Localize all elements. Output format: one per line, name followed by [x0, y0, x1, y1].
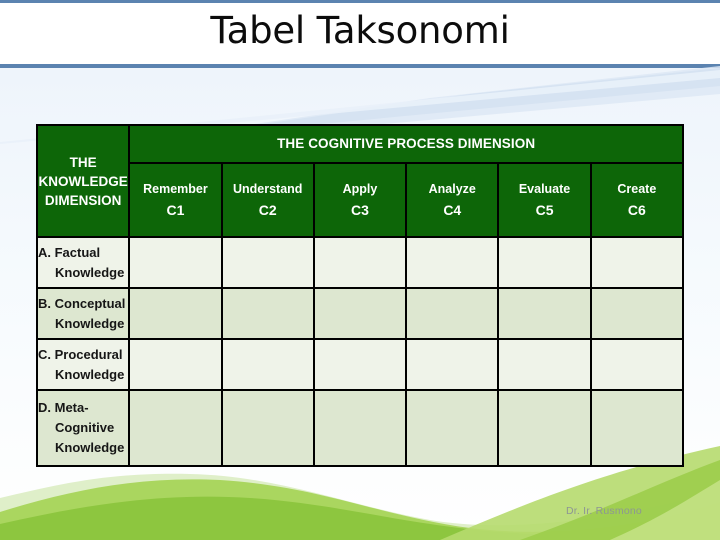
table-row: B. Conceptual Knowledge [35, 287, 685, 340]
column-verb-c3: Apply [342, 182, 378, 196]
row-label-line-1: B. Conceptual [38, 295, 126, 311]
row-label-metacognitive-knowledge: D. Meta- Cognitive Knowledge [35, 389, 131, 467]
column-verb-c1: Remember [143, 182, 208, 196]
row-label-line-1: C. Procedural [38, 346, 123, 362]
column-verb-c2: Understand [232, 182, 303, 196]
column-code-c3: C3 [351, 202, 369, 218]
cell-a-c5[interactable] [497, 236, 592, 289]
row-label-line-2: Knowledge [55, 315, 125, 331]
cell-d-c1[interactable] [128, 389, 223, 467]
cell-b-c2[interactable] [220, 287, 315, 340]
cell-a-c4[interactable] [405, 236, 500, 289]
cell-b-c1[interactable] [128, 287, 223, 340]
cell-a-c6[interactable] [589, 236, 685, 289]
column-header-c4: Analyze C4 [405, 162, 500, 238]
row-label-line-3: Knowledge [55, 440, 125, 455]
row-label-line-2: Knowledge [55, 366, 125, 382]
slide: Tabel Taksonomi THE KNOWLEDGE DIMENSION … [0, 0, 720, 540]
column-header-c5: Evaluate C5 [497, 162, 592, 238]
cell-c-c2[interactable] [220, 338, 315, 391]
cell-b-c4[interactable] [405, 287, 500, 340]
table-row: C. Procedural Knowledge [35, 338, 685, 391]
column-code-c1: C1 [166, 202, 185, 218]
cell-d-c5[interactable] [497, 389, 592, 467]
column-code-c6: C6 [627, 202, 646, 218]
cell-c-c1[interactable] [128, 338, 223, 391]
row-label-line-2: Cognitive [55, 420, 115, 435]
knowledge-header-line-3: DIMENSION [44, 192, 122, 208]
cell-b-c6[interactable] [589, 287, 685, 340]
column-code-c5: C5 [535, 202, 554, 218]
table-header-row-top: THE KNOWLEDGE DIMENSION THE COGNITIVE PR… [35, 124, 684, 238]
row-label-factual-knowledge: A. Factual Knowledge [35, 236, 131, 289]
knowledge-header-line-2: KNOWLEDGE [38, 173, 128, 189]
cell-b-c3[interactable] [312, 287, 408, 340]
row-label-conceptual-knowledge: B. Conceptual Knowledge [35, 287, 131, 340]
cognitive-process-header-cell: THE COGNITIVE PROCESS DIMENSION [128, 124, 684, 164]
row-label-line-1: A. Factual [38, 244, 101, 260]
knowledge-dimension-header-cell: THE KNOWLEDGE DIMENSION [35, 124, 131, 238]
column-header-c1: Remember C1 [128, 162, 223, 238]
cell-c-c3[interactable] [312, 338, 408, 391]
column-header-c3: Apply C3 [312, 162, 408, 238]
cell-c-c5[interactable] [497, 338, 592, 391]
column-code-c2: C2 [258, 202, 277, 218]
taxonomy-table: THE KNOWLEDGE DIMENSION THE COGNITIVE PR… [35, 124, 685, 467]
cell-c-c4[interactable] [405, 338, 500, 391]
table-header-row-columns: Remember C1 Understand C2 Apply C3 Analy… [37, 162, 685, 238]
author-watermark: Dr. Ir. Rusmono [566, 505, 642, 517]
column-verb-c4: Analyze [428, 182, 476, 196]
row-label-line-1: D. Meta- [38, 400, 89, 415]
column-verb-c5: Evaluate [518, 182, 571, 196]
cell-d-c4[interactable] [405, 389, 500, 467]
column-verb-c6: Create [617, 182, 657, 196]
cell-d-c2[interactable] [220, 389, 315, 467]
table-row: D. Meta- Cognitive Knowledge [35, 389, 685, 467]
cell-d-c6[interactable] [589, 389, 685, 467]
column-header-c2: Understand C2 [220, 162, 315, 238]
table-row: A. Factual Knowledge [35, 236, 685, 289]
cell-b-c5[interactable] [497, 287, 592, 340]
column-code-c4: C4 [443, 202, 462, 218]
cell-d-c3[interactable] [312, 389, 408, 467]
cell-a-c1[interactable] [128, 236, 223, 289]
page-title: Tabel Taksonomi [210, 9, 510, 52]
row-label-line-2: Knowledge [55, 264, 125, 280]
cell-a-c3[interactable] [312, 236, 408, 289]
cell-a-c2[interactable] [220, 236, 315, 289]
cell-c-c6[interactable] [589, 338, 685, 391]
knowledge-header-line-1: THE [69, 154, 97, 170]
column-header-c6: Create C6 [589, 162, 685, 238]
row-label-procedural-knowledge: C. Procedural Knowledge [35, 338, 131, 391]
